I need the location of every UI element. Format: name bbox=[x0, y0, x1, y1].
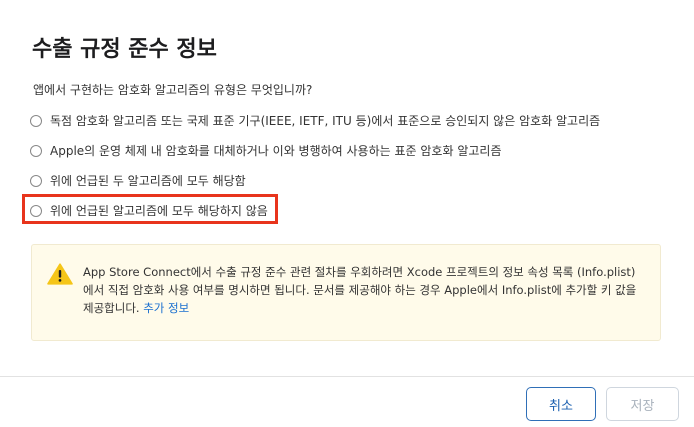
option-proprietary-algorithm[interactable]: 독점 암호화 알고리즘 또는 국제 표준 기구(IEEE, IETF, ITU … bbox=[30, 111, 600, 131]
cancel-button[interactable]: 취소 bbox=[526, 387, 596, 421]
option-label: 위에 언급된 두 알고리즘에 모두 해당함 bbox=[50, 174, 246, 188]
question-text: 앱에서 구현하는 암호화 알고리즘의 유형은 무엇입니까? bbox=[33, 83, 313, 97]
option-label: Apple의 운영 체제 내 암호화를 대체하거나 이와 병행하여 사용하는 표… bbox=[50, 144, 502, 158]
warning-icon bbox=[47, 263, 73, 285]
option-standard-algorithm[interactable]: Apple의 운영 체제 내 암호화를 대체하거나 이와 병행하여 사용하는 표… bbox=[30, 141, 501, 161]
option-label: 독점 암호화 알고리즘 또는 국제 표준 기구(IEEE, IETF, ITU … bbox=[50, 114, 601, 128]
option-none-of-above[interactable]: 위에 언급된 알고리즘에 모두 해당하지 않음 bbox=[30, 201, 268, 221]
option-label: 위에 언급된 알고리즘에 모두 해당하지 않음 bbox=[50, 204, 268, 218]
warning-notice: App Store Connect에서 수출 규정 준수 관련 절차를 우회하려… bbox=[31, 244, 661, 341]
more-info-link[interactable]: 추가 정보 bbox=[143, 301, 189, 315]
radio-button[interactable] bbox=[30, 175, 42, 187]
radio-button[interactable] bbox=[30, 205, 42, 217]
save-button[interactable]: 저장 bbox=[606, 387, 679, 421]
footer-divider bbox=[0, 376, 694, 377]
warning-text: App Store Connect에서 수출 규정 준수 관련 절차를 우회하려… bbox=[83, 263, 643, 317]
option-both-algorithms[interactable]: 위에 언급된 두 알고리즘에 모두 해당함 bbox=[30, 171, 246, 191]
dialog-title: 수출 규정 준수 정보 bbox=[32, 37, 217, 62]
radio-button[interactable] bbox=[30, 115, 42, 127]
radio-button[interactable] bbox=[30, 145, 42, 157]
